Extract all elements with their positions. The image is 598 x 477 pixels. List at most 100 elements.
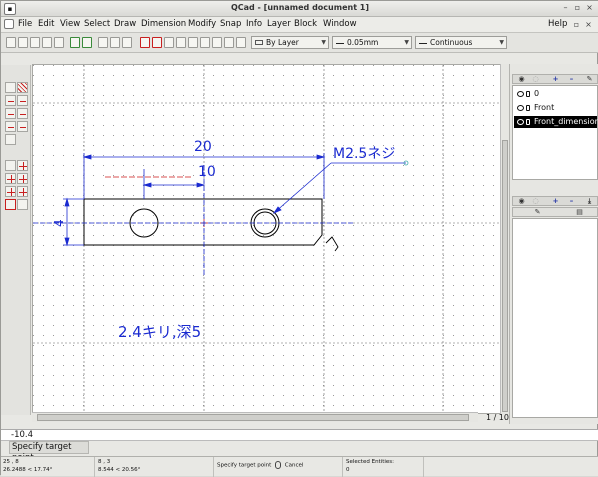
layer-row-0[interactable]: 0	[514, 88, 597, 100]
redo-icon[interactable]	[82, 37, 92, 48]
line-tool-icon[interactable]	[5, 95, 16, 106]
menu-edit[interactable]: Edit	[38, 19, 54, 29]
vertical-scroll-thumb[interactable]	[502, 140, 508, 412]
right-dock-panel: ◉ ◌ + – ✎ 0 Front Front_dimension ◉ ◌ + …	[509, 64, 598, 424]
minimize-icon[interactable]: –	[560, 3, 571, 14]
layer-name: 0	[534, 89, 540, 98]
menu-file[interactable]: File	[18, 19, 32, 29]
point-tool-icon[interactable]	[5, 160, 16, 171]
line-width-value: 0.05mm	[347, 38, 379, 47]
text-tool-icon[interactable]	[5, 134, 16, 145]
arc-tool-icon[interactable]	[17, 95, 28, 106]
horizontal-scrollbar[interactable]	[32, 412, 478, 422]
undo-icon[interactable]	[70, 37, 80, 48]
paste-icon[interactable]	[122, 37, 132, 48]
print-icon[interactable]	[42, 37, 52, 48]
menu-select[interactable]: Select	[84, 19, 110, 29]
horizontal-scroll-thumb[interactable]	[37, 414, 469, 421]
menu-bar: File Edit View Select Draw Dimension Mod…	[1, 17, 598, 33]
lock-icon[interactable]	[526, 105, 530, 111]
circle-tool-icon[interactable]	[5, 108, 16, 119]
menu-layer[interactable]: Layer	[267, 19, 291, 29]
line-width-combo[interactable]: 0.05mm ▼	[332, 36, 412, 49]
chevron-down-icon: ▼	[321, 39, 326, 46]
line-type-combo[interactable]: Continuous ▼	[415, 36, 507, 49]
menu-dimension[interactable]: Dimension	[141, 19, 186, 29]
show-all-blocks-icon[interactable]: ◉	[515, 197, 528, 205]
layer-row-front-dimension[interactable]: Front_dimension	[514, 116, 598, 128]
selected-label: Selected Entities:	[346, 459, 395, 465]
zoom-in-icon[interactable]	[176, 37, 186, 48]
layer-pen-combo[interactable]: By Layer ▼	[251, 36, 329, 49]
menu-block[interactable]: Block	[294, 19, 317, 29]
ellipse-tool-icon[interactable]	[17, 108, 28, 119]
zoom-previous-icon[interactable]	[212, 37, 222, 48]
maximize-icon[interactable]: ▫	[572, 3, 583, 14]
show-all-layers-icon[interactable]: ◉	[515, 75, 528, 83]
save-block-icon[interactable]: ▤	[573, 208, 586, 216]
block-tool-icon[interactable]	[17, 199, 28, 210]
snap-middle-icon[interactable]	[17, 186, 28, 197]
insert-block-icon[interactable]: ⤓	[583, 197, 596, 205]
title-bar: ▪ QCad - [unnamed document 1] – ▫ ×	[1, 1, 598, 17]
command-input[interactable]: -10.4	[1, 429, 598, 441]
menu-view[interactable]: View	[60, 19, 80, 29]
snap-grid-icon[interactable]	[5, 173, 16, 184]
rel-polar-text: 8.544 < 20.56°	[98, 467, 141, 473]
line-type-icon	[419, 43, 427, 44]
hide-all-layers-icon[interactable]: ◌	[529, 75, 542, 83]
zoom-pan-icon[interactable]	[236, 37, 246, 48]
remove-block-icon[interactable]: –	[565, 197, 578, 205]
measure-tool-icon[interactable]	[5, 199, 16, 210]
grid-icon[interactable]	[140, 37, 150, 48]
draft-icon[interactable]	[152, 37, 162, 48]
snap-endpoint-icon[interactable]	[17, 173, 28, 184]
selection-info: Selected Entities: 0	[344, 457, 424, 477]
edit-layer-icon[interactable]: ✎	[583, 75, 596, 83]
menu-draw[interactable]: Draw	[114, 19, 136, 29]
eye-icon[interactable]	[517, 105, 524, 111]
redraw-icon[interactable]	[164, 37, 174, 48]
menu-modify[interactable]: Modify	[188, 19, 216, 29]
copy-icon[interactable]	[110, 37, 120, 48]
polyline-tool-icon[interactable]	[17, 121, 28, 132]
spline-tool-icon[interactable]	[5, 121, 16, 132]
block-list[interactable]	[512, 218, 598, 418]
open-file-icon[interactable]	[18, 37, 28, 48]
save-icon[interactable]	[30, 37, 40, 48]
mdi-close-icon[interactable]: ×	[583, 20, 594, 31]
print-preview-icon[interactable]	[54, 37, 64, 48]
absolute-coordinates: 25 , 8 26.2488 < 17.74°	[1, 457, 95, 477]
layer-list: 0 Front Front_dimension	[512, 85, 598, 180]
remove-layer-icon[interactable]: –	[565, 75, 578, 83]
mdi-restore-icon[interactable]: ▫	[571, 20, 582, 31]
hatch-tool-icon[interactable]	[17, 82, 28, 93]
add-layer-icon[interactable]: +	[549, 75, 562, 83]
menu-snap[interactable]: Snap	[220, 19, 241, 29]
edit-block-icon[interactable]: ✎	[531, 208, 544, 216]
new-file-icon[interactable]	[6, 37, 16, 48]
lock-icon[interactable]	[526, 119, 530, 125]
add-block-icon[interactable]: +	[549, 197, 562, 205]
snap-center-icon[interactable]	[5, 186, 16, 197]
layer-row-front[interactable]: Front	[514, 102, 597, 114]
close-icon[interactable]: ×	[584, 3, 595, 14]
cut-icon[interactable]	[98, 37, 108, 48]
zoom-out-icon[interactable]	[188, 37, 198, 48]
vertical-scrollbar[interactable]	[500, 64, 509, 414]
lock-icon[interactable]	[526, 91, 530, 97]
snap-free-icon[interactable]	[17, 160, 28, 171]
line-width-icon	[336, 43, 344, 44]
drawing-canvas[interactable]: 20 10 4 M2.5ネジ 2.4キリ,深5	[32, 64, 501, 414]
menu-window[interactable]: Window	[323, 19, 357, 29]
hide-all-blocks-icon[interactable]: ◌	[529, 197, 542, 205]
eye-icon[interactable]	[517, 119, 524, 125]
zoom-auto-icon[interactable]	[200, 37, 210, 48]
document-menu-icon[interactable]	[4, 19, 14, 29]
layer-toolbar: ◉ ◌ + – ✎	[512, 74, 598, 84]
select-tool-icon[interactable]	[5, 82, 16, 93]
eye-icon[interactable]	[517, 91, 524, 97]
menu-help[interactable]: Help	[548, 19, 567, 29]
zoom-window-icon[interactable]	[224, 37, 234, 48]
menu-info[interactable]: Info	[246, 19, 262, 29]
